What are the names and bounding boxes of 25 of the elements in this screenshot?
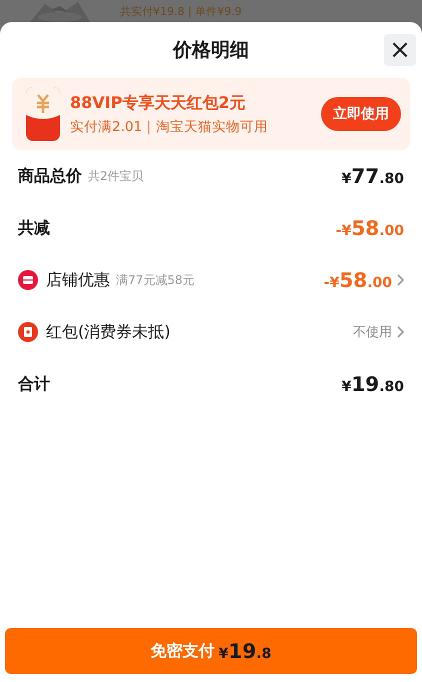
backdrop-price-text: 共实付¥19.8 | 单件¥9.9: [120, 4, 242, 18]
envelope-icon: [18, 322, 38, 342]
row-label: 合计: [18, 374, 50, 394]
chevron-icon[interactable]: [397, 326, 404, 338]
chevron-icon[interactable]: [397, 274, 404, 286]
price-text: -¥58.00: [336, 216, 404, 240]
price-text: -¥58.00: [324, 268, 392, 292]
price-text: ¥19.80: [342, 372, 404, 396]
row-label: 店铺优惠: [46, 270, 110, 290]
row-label: 商品总价: [18, 166, 82, 186]
sheet-title: 价格明细: [173, 38, 249, 63]
use-now-button[interactable]: 立即使用: [321, 97, 401, 131]
price-text: ¥77.80: [342, 164, 404, 188]
row-label: 红包(消费券未抵): [46, 322, 170, 342]
row-label: 共减: [18, 218, 50, 238]
value-text: 不使用: [353, 324, 392, 341]
promo-subtitle: 实付满2.01｜淘宝天猫实物可用: [70, 118, 270, 136]
pay-button[interactable]: 免密支付 ¥19.8: [5, 628, 417, 674]
row-note: 共2件宝贝: [88, 168, 144, 184]
coupon-icon: [18, 270, 38, 290]
row-note: 满77元减58元: [116, 272, 195, 288]
close-button[interactable]: ×: [384, 34, 416, 66]
price-text: ¥19.8: [218, 639, 272, 663]
promo-title: 88VIP专享天天红包2元: [70, 92, 246, 114]
envelope-icon: [26, 87, 60, 141]
